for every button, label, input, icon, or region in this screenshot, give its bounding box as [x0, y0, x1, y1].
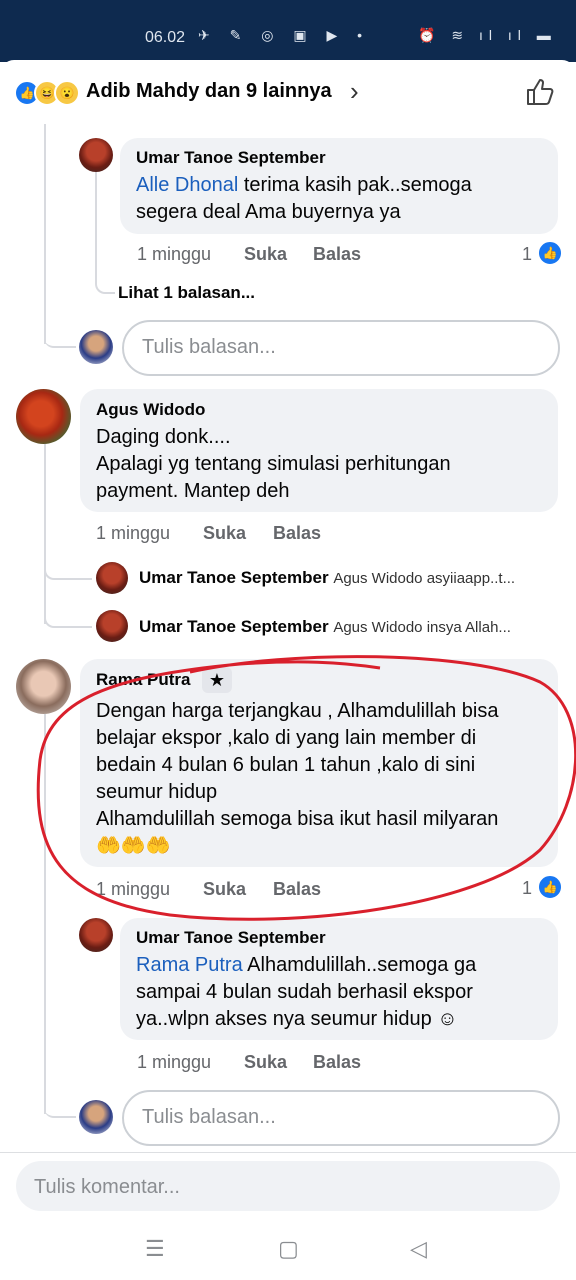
avatar[interactable] — [79, 918, 113, 952]
view-replies-link[interactable]: Lihat 1 balasan... — [118, 283, 255, 303]
like-badge-icon: 👍 — [537, 874, 563, 900]
status-time: 06.02 — [145, 29, 186, 46]
thread-connector — [44, 604, 92, 628]
avatar[interactable] — [16, 659, 71, 714]
comment-author[interactable]: Umar Tanoe September — [136, 148, 326, 168]
reply-snippet: Agus Widodo insya Allah... — [333, 619, 511, 636]
system-icons: ⏰ ≋ ıl ıl ▬ — [418, 27, 557, 43]
comment-time: 1 minggu — [137, 244, 212, 264]
comment-text: Daging donk.... Apalagi yg tentang simul… — [96, 426, 451, 502]
avatar — [79, 330, 113, 364]
thread-line — [44, 444, 46, 624]
avatar — [79, 1100, 113, 1134]
top-fan-star-icon: ★ — [202, 667, 232, 693]
reaction-icons[interactable]: 👍 😆 😮 — [14, 80, 80, 106]
emoji: 🤲🤲🤲 — [96, 835, 171, 857]
comment-text: Dengan harga terjangkau , Alhamdulillah … — [96, 700, 499, 857]
mention-link[interactable]: Rama Putra — [136, 954, 243, 976]
thread-line — [44, 124, 46, 344]
like-badge-icon: 👍 — [537, 240, 563, 266]
thread-connector — [95, 170, 115, 294]
comment-author[interactable]: Agus Widodo — [96, 400, 205, 420]
like-count[interactable]: 1 — [522, 878, 532, 899]
like-count[interactable]: 1 — [522, 244, 532, 265]
status-bar: 06.02 ✈ ✎ ◎ ▣ ▶ • ⏰ ≋ ıl ıl ▬ — [0, 0, 576, 62]
comment-time: 1 minggu — [96, 879, 171, 899]
thread-connector — [44, 556, 92, 580]
comment-author[interactable]: Umar Tanoe September — [136, 928, 326, 948]
like-button[interactable]: Suka — [244, 1052, 287, 1073]
mention-link[interactable]: Alle Dhonal — [136, 174, 238, 196]
reply-input[interactable] — [122, 1090, 560, 1146]
thread-line — [44, 714, 46, 1114]
comment-time: 1 minggu — [137, 1052, 212, 1072]
thread-connector — [44, 320, 76, 348]
reply-preview[interactable]: Umar Tanoe September Agus Widodo asyiiaa… — [139, 568, 515, 588]
like-button[interactable]: Suka — [203, 879, 246, 900]
wow-reaction-icon: 😮 — [54, 80, 80, 106]
reply-button[interactable]: Balas — [273, 879, 321, 900]
avatar[interactable] — [16, 389, 71, 444]
reply-button[interactable]: Balas — [313, 1052, 361, 1073]
avatar[interactable] — [79, 138, 113, 172]
chevron-right-icon[interactable]: › — [350, 76, 359, 107]
reply-input[interactable] — [122, 320, 560, 376]
reply-author[interactable]: Umar Tanoe September — [139, 568, 329, 587]
back-icon[interactable]: ◁ — [410, 1236, 427, 1262]
comment-field[interactable] — [32, 1175, 536, 1200]
reply-snippet: Agus Widodo asyiiaapp..t... — [333, 570, 516, 587]
reply-field[interactable] — [140, 1105, 544, 1130]
like-button[interactable]: Suka — [203, 523, 246, 544]
thumbs-up-icon[interactable] — [524, 76, 556, 108]
thread-connector — [44, 1092, 76, 1118]
comment-text: Alle Dhonal terima kasih pak..semoga seg… — [136, 174, 472, 223]
reactors-summary[interactable]: Adib Mahdy dan 9 lainnya — [86, 80, 332, 103]
reply-author[interactable]: Umar Tanoe September — [139, 617, 329, 636]
notification-icons: ✈ ✎ ◎ ▣ ▶ • — [198, 27, 371, 43]
reply-field[interactable] — [140, 335, 544, 360]
home-icon[interactable]: ▢ — [278, 1236, 299, 1262]
comment-text: Rama Putra Alhamdulillah..semoga ga samp… — [136, 954, 477, 1030]
reply-button[interactable]: Balas — [313, 244, 361, 265]
avatar[interactable] — [96, 562, 128, 594]
comment-author[interactable]: Rama Putra — [96, 670, 190, 690]
avatar[interactable] — [96, 610, 128, 642]
comment-input[interactable] — [16, 1161, 560, 1211]
reply-button[interactable]: Balas — [273, 523, 321, 544]
comment-time: 1 minggu — [96, 523, 171, 543]
like-button[interactable]: Suka — [244, 244, 287, 265]
recent-apps-icon[interactable]: ☰ — [145, 1236, 165, 1262]
reply-preview[interactable]: Umar Tanoe September Agus Widodo insya A… — [139, 617, 511, 637]
